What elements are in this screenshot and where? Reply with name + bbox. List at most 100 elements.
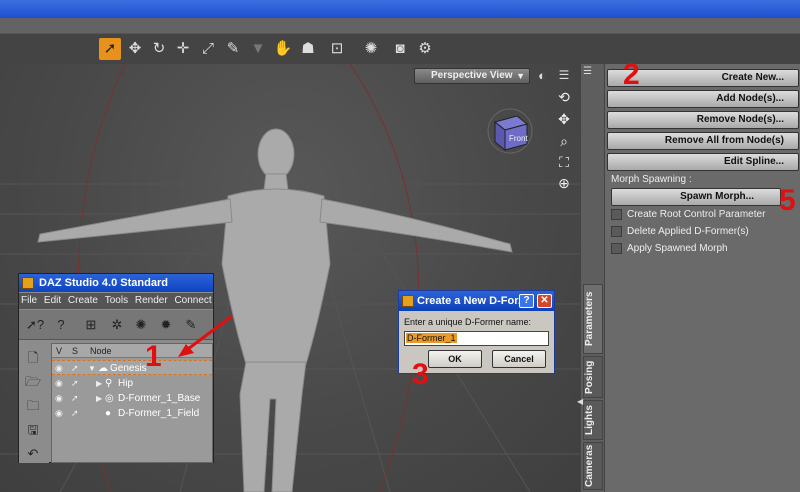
viewport-options-icon[interactable]: ◐ (534, 68, 550, 84)
render-icon[interactable]: ◙ (389, 38, 411, 60)
remove-all-from-nodes-button[interactable]: Remove All from Node(s) (607, 132, 799, 150)
pane-options-icon[interactable]: ☰ (583, 66, 597, 78)
checkbox-box[interactable] (611, 209, 622, 220)
column-visible: V (56, 346, 63, 356)
node-name: D-Former_1_Base (118, 393, 201, 404)
camera-tool-icon[interactable]: ⊡ (326, 38, 348, 60)
orbit-camera-icon[interactable]: ⟲ (555, 88, 573, 106)
add-nodes-button[interactable]: Add Node(s)... (607, 90, 799, 108)
dialog-title: Create a New D-For... (417, 295, 528, 307)
scale-tool-icon[interactable]: ⤢ (197, 38, 219, 60)
daz-window-title: DAZ Studio 4.0 Standard (39, 277, 168, 289)
dformer-name-input[interactable]: D-Former_1 (404, 331, 549, 346)
expand-right-icon[interactable]: ▶ (96, 376, 102, 391)
create-pointlight-icon[interactable]: ✺ (131, 315, 151, 335)
app-menu-bar (0, 18, 800, 34)
morph-spawning-label: Morph Spawning : (611, 174, 692, 185)
viewport-menu-icon[interactable]: ☰ (555, 68, 573, 84)
checkbox-label: Create Root Control Parameter (627, 209, 766, 221)
apply-spawned-morph-checkbox[interactable]: Apply Spawned Morph (611, 243, 796, 257)
eye-icon[interactable]: ◉ (55, 376, 63, 391)
render-settings-icon[interactable]: ✺ (360, 38, 382, 60)
scene-row-hip[interactable]: ◉ ➚ ▶ ⚲ Hip (52, 376, 212, 391)
dformer-field-icon: ● (105, 408, 112, 419)
help-icon[interactable]: ? (51, 315, 71, 335)
scene-row-dformer-field[interactable]: ◉ ➚ ● D-Former_1_Field (52, 406, 212, 421)
select-tool-icon[interactable]: ➚ (99, 38, 121, 60)
universal-tool-icon[interactable]: ✥ (124, 38, 146, 60)
dformer-name-value: D-Former_1 (406, 333, 457, 343)
tab-scroll-arrow-icon[interactable]: ◀ (577, 397, 583, 406)
selectable-arrow-icon[interactable]: ➚ (71, 406, 79, 421)
selectable-arrow-icon[interactable]: ➚ (71, 376, 79, 391)
daz-side-toolbar: 🗋 🗁 🗀 🖫 ↶ (19, 341, 49, 463)
checkbox-box[interactable] (611, 243, 622, 254)
spawn-morph-button[interactable]: Spawn Morph... (611, 188, 781, 206)
eye-icon[interactable]: ◉ (55, 361, 63, 376)
main-toolbar: ➚ ✥ ↻ ✛ ⤢ ✎ ▼ ✋ ☗ ⊡ ✺ ◙ ⚙ (0, 34, 800, 64)
daz-logo-icon (402, 295, 414, 307)
dropdown-triangle-icon[interactable]: ▼ (247, 38, 269, 60)
node-weight-brush-icon[interactable]: ✋ (272, 38, 294, 60)
app-title-bar (0, 0, 800, 18)
reset-camera-icon[interactable]: ⊕ (555, 174, 573, 192)
checkbox-box[interactable] (611, 226, 622, 237)
navigation-cube[interactable]: Front (487, 108, 533, 154)
annotation-step-3: 3 (412, 358, 429, 391)
joint-editor-icon[interactable]: ✎ (222, 38, 244, 60)
create-camera-icon[interactable]: ⊞ (81, 315, 101, 335)
create-root-control-checkbox[interactable]: Create Root Control Parameter (611, 209, 796, 223)
menu-file[interactable]: File (19, 295, 39, 306)
annotation-step-2: 2 (623, 58, 640, 91)
chevron-down-icon: ▼ (516, 71, 525, 81)
menu-render[interactable]: Render (133, 295, 170, 306)
new-document-icon[interactable]: 🗋 (24, 349, 42, 367)
rotate-tool-icon[interactable]: ↻ (148, 38, 170, 60)
daz-logo-icon (22, 277, 34, 289)
cancel-button[interactable]: Cancel (492, 350, 546, 368)
perspective-view-dropdown[interactable]: Perspective View ▼ (414, 68, 530, 84)
node-name: Genesis (110, 363, 147, 374)
menu-edit[interactable]: Edit (42, 295, 63, 306)
tab-posing[interactable]: Posing (583, 356, 603, 398)
eye-icon[interactable]: ◉ (55, 406, 63, 421)
render-settings-gear-icon[interactable]: ⚙ (414, 38, 436, 60)
scene-row-dformer-base[interactable]: ◉ ➚ ▶ ◎ D-Former_1_Base (52, 391, 212, 406)
menu-create[interactable]: Create (66, 295, 100, 306)
eye-icon[interactable]: ◉ (55, 391, 63, 406)
column-selectable: S (72, 346, 79, 356)
menu-connect[interactable]: Connect (172, 295, 213, 306)
navcube-face-label: Front (509, 134, 528, 143)
tab-cameras[interactable]: Cameras (583, 442, 603, 490)
expand-down-icon[interactable]: ▼ (88, 361, 96, 376)
create-spotlight-icon[interactable]: ✲ (107, 315, 127, 335)
edit-spline-button[interactable]: Edit Spline... (607, 153, 799, 171)
frame-camera-icon[interactable]: ⛶ (555, 153, 573, 171)
translate-tool-icon[interactable]: ✛ (172, 38, 194, 60)
menu-tools[interactable]: Tools (103, 295, 130, 306)
dformer-tool-icon[interactable]: ☗ (297, 38, 319, 60)
save-icon[interactable]: 🖫 (24, 421, 42, 439)
dialog-prompt: Enter a unique D-Former name: (404, 317, 532, 327)
selectable-arrow-icon[interactable]: ➚ (71, 391, 79, 406)
tab-parameters[interactable]: Parameters (583, 284, 603, 354)
view-selector-label: Perspective View (431, 70, 513, 81)
remove-nodes-button[interactable]: Remove Node(s)... (607, 111, 799, 129)
daz-studio-window: DAZ Studio 4.0 Standard File Edit Create… (18, 273, 214, 463)
whats-this-icon[interactable]: ➚? (25, 315, 45, 335)
figure-icon: ☁ (98, 363, 108, 374)
ok-button[interactable]: OK (428, 350, 482, 368)
zoom-camera-icon[interactable]: ⌕ (555, 132, 573, 150)
tab-lights[interactable]: Lights (583, 400, 603, 440)
dialog-close-button[interactable]: ✕ (537, 294, 552, 308)
merge-folder-icon[interactable]: 🗀 (24, 397, 42, 415)
pan-camera-icon[interactable]: ✥ (555, 110, 573, 128)
expand-right-icon[interactable]: ▶ (96, 391, 102, 406)
selectable-arrow-icon[interactable]: ➚ (71, 361, 79, 376)
daz-menu-bar: File Edit Create Tools Render Connect W (19, 293, 213, 309)
dialog-help-button[interactable]: ? (519, 294, 534, 308)
daz-window-titlebar: DAZ Studio 4.0 Standard (19, 274, 213, 292)
open-folder-icon[interactable]: 🗁 (24, 373, 42, 391)
undo-icon[interactable]: ↶ (24, 445, 42, 463)
delete-applied-dformers-checkbox[interactable]: Delete Applied D-Former(s) (611, 226, 796, 240)
